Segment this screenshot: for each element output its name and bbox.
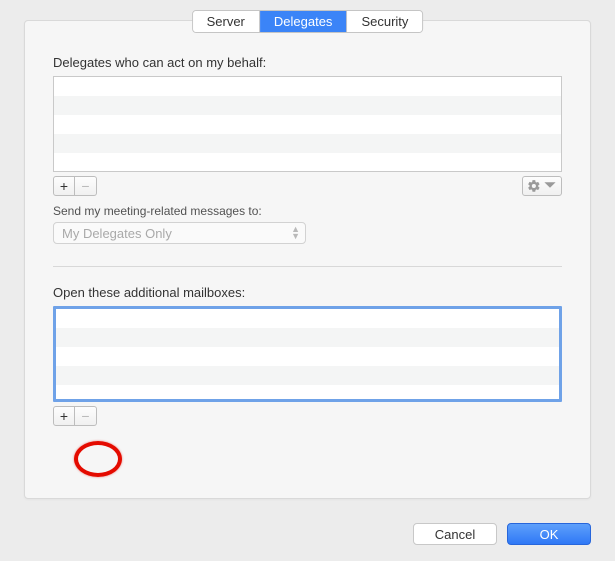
add-mailbox-button[interactable]: + [53,406,75,426]
delegates-gear-button[interactable] [522,176,562,196]
tab-delegates[interactable]: Delegates [260,11,348,32]
mailboxes-plusminus: + − [53,406,97,426]
mailboxes-listbox[interactable] [53,306,562,402]
chevron-down-icon [543,178,557,195]
tab-server[interactable]: Server [193,11,260,32]
preferences-panel: Server Delegates Security Delegates who … [24,20,591,499]
list-item [54,134,561,153]
list-item [54,153,561,172]
remove-mailbox-button: − [75,406,97,426]
delegates-plusminus: + − [53,176,97,196]
list-item [54,96,561,115]
remove-delegate-button: − [75,176,97,196]
delegates-listbox[interactable] [53,76,562,172]
list-item [54,77,561,96]
send-messages-select[interactable]: My Delegates Only [53,222,306,244]
send-messages-value: My Delegates Only [62,226,172,241]
tab-segmented-control: Server Delegates Security [192,10,424,33]
delegates-label: Delegates who can act on my behalf: [53,55,562,70]
list-item [56,309,559,328]
mailboxes-label: Open these additional mailboxes: [53,285,562,300]
list-item [56,366,559,385]
tab-security[interactable]: Security [347,11,422,32]
ok-button[interactable]: OK [507,523,591,545]
list-item [56,385,559,404]
list-item [56,328,559,347]
gear-icon [527,179,541,193]
select-stepper-icon: ▲▼ [291,226,300,240]
cancel-button[interactable]: Cancel [413,523,497,545]
send-messages-label: Send my meeting-related messages to: [53,204,562,218]
list-item [54,115,561,134]
add-delegate-button[interactable]: + [53,176,75,196]
section-divider [53,266,562,267]
list-item [56,347,559,366]
